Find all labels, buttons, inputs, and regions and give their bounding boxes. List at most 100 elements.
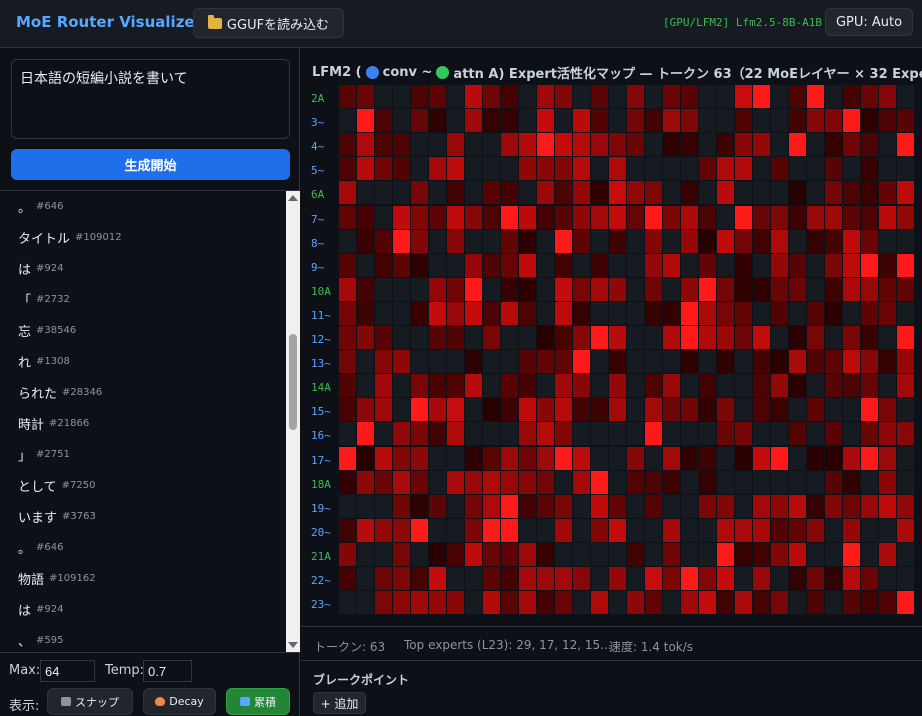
- expert-cell[interactable]: [375, 277, 392, 301]
- expert-cell[interactable]: [591, 133, 608, 157]
- expert-cell[interactable]: [897, 301, 914, 325]
- expert-cell[interactable]: [843, 470, 860, 494]
- expert-cell[interactable]: [735, 374, 752, 398]
- expert-cell[interactable]: [861, 567, 878, 590]
- expert-cell[interactable]: [501, 398, 518, 422]
- expert-cell[interactable]: [753, 518, 770, 542]
- expert-cell[interactable]: [897, 85, 914, 108]
- expert-cell[interactable]: [789, 494, 806, 518]
- expert-cell[interactable]: [483, 205, 500, 229]
- expert-cell[interactable]: [735, 277, 752, 301]
- expert-cell[interactable]: [429, 518, 446, 542]
- expert-cell[interactable]: [825, 157, 842, 181]
- expert-cell[interactable]: [645, 542, 662, 566]
- expert-cell[interactable]: [771, 109, 788, 133]
- expert-cell[interactable]: [465, 181, 482, 205]
- expert-cell[interactable]: [483, 542, 500, 566]
- expert-cell[interactable]: [591, 567, 608, 590]
- expert-cell[interactable]: [627, 518, 644, 542]
- expert-cell[interactable]: [771, 133, 788, 157]
- expert-cell[interactable]: [825, 109, 842, 133]
- expert-cell[interactable]: [789, 542, 806, 566]
- expert-cell[interactable]: [483, 518, 500, 542]
- expert-cell[interactable]: [447, 277, 464, 301]
- expert-cell[interactable]: [717, 157, 734, 181]
- expert-cell[interactable]: [411, 326, 428, 349]
- expert-cell[interactable]: [753, 229, 770, 253]
- expert-cell[interactable]: [699, 326, 716, 349]
- expert-cell[interactable]: [717, 253, 734, 277]
- decay-mode-button[interactable]: Decay: [143, 688, 216, 715]
- expert-cell[interactable]: [789, 567, 806, 590]
- expert-cell[interactable]: [357, 542, 374, 566]
- expert-cell[interactable]: [357, 301, 374, 325]
- expert-cell[interactable]: [681, 567, 698, 590]
- expert-cell[interactable]: [501, 567, 518, 590]
- expert-cell[interactable]: [465, 422, 482, 446]
- expert-cell[interactable]: [699, 205, 716, 229]
- expert-cell[interactable]: [825, 398, 842, 422]
- expert-cell[interactable]: [483, 85, 500, 108]
- expert-cell[interactable]: [717, 494, 734, 518]
- expert-cell[interactable]: [357, 133, 374, 157]
- expert-cell[interactable]: [753, 205, 770, 229]
- expert-cell[interactable]: [843, 157, 860, 181]
- expert-cell[interactable]: [627, 157, 644, 181]
- expert-cell[interactable]: [807, 229, 824, 253]
- expert-cell[interactable]: [555, 109, 572, 133]
- expert-cell[interactable]: [753, 350, 770, 374]
- token-item[interactable]: タイトル #109012: [0, 222, 300, 253]
- expert-cell[interactable]: [339, 133, 356, 157]
- expert-cell[interactable]: [591, 229, 608, 253]
- expert-cell[interactable]: [393, 542, 410, 566]
- expert-cell[interactable]: [753, 157, 770, 181]
- expert-cell[interactable]: [879, 470, 896, 494]
- expert-cell[interactable]: [699, 157, 716, 181]
- expert-cell[interactable]: [717, 567, 734, 590]
- expert-cell[interactable]: [699, 446, 716, 470]
- expert-cell[interactable]: [681, 446, 698, 470]
- expert-cell[interactable]: [519, 542, 536, 566]
- expert-cell[interactable]: [573, 518, 590, 542]
- expert-cell[interactable]: [573, 109, 590, 133]
- expert-cell[interactable]: [627, 494, 644, 518]
- expert-cell[interactable]: [789, 591, 806, 615]
- expert-cell[interactable]: [807, 277, 824, 301]
- expert-cell[interactable]: [339, 181, 356, 205]
- expert-cell[interactable]: [681, 85, 698, 108]
- expert-cell[interactable]: [429, 591, 446, 615]
- expert-cell[interactable]: [537, 350, 554, 374]
- expert-cell[interactable]: [645, 350, 662, 374]
- expert-cell[interactable]: [609, 109, 626, 133]
- expert-cell[interactable]: [753, 422, 770, 446]
- expert-cell[interactable]: [519, 398, 536, 422]
- expert-cell[interactable]: [393, 422, 410, 446]
- expert-cell[interactable]: [861, 542, 878, 566]
- expert-cell[interactable]: [879, 157, 896, 181]
- expert-cell[interactable]: [447, 229, 464, 253]
- expert-cell[interactable]: [465, 253, 482, 277]
- expert-cell[interactable]: [483, 494, 500, 518]
- expert-cell[interactable]: [411, 350, 428, 374]
- expert-cell[interactable]: [519, 85, 536, 108]
- expert-cell[interactable]: [879, 205, 896, 229]
- expert-cell[interactable]: [447, 253, 464, 277]
- expert-cell[interactable]: [771, 542, 788, 566]
- expert-cell[interactable]: [807, 446, 824, 470]
- expert-cell[interactable]: [339, 109, 356, 133]
- expert-cell[interactable]: [555, 518, 572, 542]
- token-item[interactable]: は #924: [0, 594, 300, 625]
- expert-cell[interactable]: [735, 470, 752, 494]
- expert-cell[interactable]: [771, 301, 788, 325]
- expert-cell[interactable]: [411, 591, 428, 615]
- expert-cell[interactable]: [447, 591, 464, 615]
- expert-cell[interactable]: [501, 446, 518, 470]
- expert-cell[interactable]: [501, 350, 518, 374]
- expert-cell[interactable]: [483, 567, 500, 590]
- expert-cell[interactable]: [663, 398, 680, 422]
- expert-cell[interactable]: [645, 157, 662, 181]
- token-item[interactable]: 物語 #109162: [0, 563, 300, 594]
- expert-cell[interactable]: [411, 446, 428, 470]
- expert-cell[interactable]: [861, 277, 878, 301]
- expert-cell[interactable]: [753, 446, 770, 470]
